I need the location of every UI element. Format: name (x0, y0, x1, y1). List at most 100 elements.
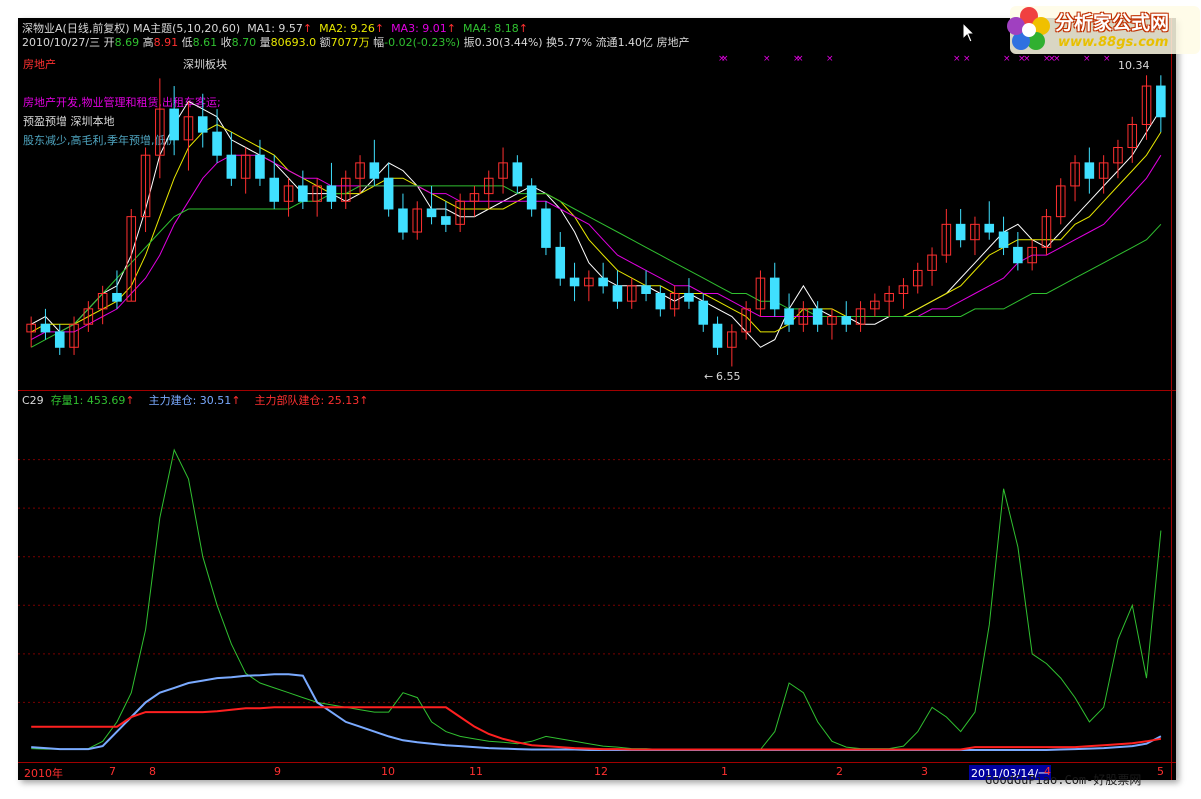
candle (283, 178, 294, 217)
logo-url[interactable]: www.88gs.com (1058, 35, 1168, 50)
candle-body (398, 208, 408, 233)
x-axis-label: 9 (274, 765, 281, 778)
candle (727, 324, 737, 367)
candle-body (769, 277, 780, 310)
candle (441, 201, 451, 233)
candle (769, 262, 780, 317)
candle-body (197, 116, 208, 133)
candle (269, 155, 280, 209)
x-axis-label: 1 (721, 765, 728, 778)
candle-body (1084, 162, 1095, 179)
right-axis-line (1171, 18, 1172, 780)
candle (498, 147, 508, 194)
candle-body (269, 177, 280, 202)
candle (1055, 178, 1066, 225)
signal-marker: × (826, 54, 834, 64)
candle-body (526, 185, 537, 210)
indicator-chart[interactable] (18, 391, 1176, 763)
candle (612, 270, 623, 309)
signal-marker: × (763, 54, 771, 64)
candle (512, 155, 523, 194)
candle-body (1156, 85, 1166, 118)
ma-line-4 (30, 185, 1162, 348)
candle (755, 270, 766, 317)
candlestick-chart[interactable]: ×× × ×× × × × × ×× ××× × × (18, 18, 1176, 390)
candle-body (512, 162, 523, 187)
candle (669, 285, 680, 317)
signal-marker: × (796, 54, 804, 64)
candle-body (255, 154, 265, 179)
x-axis-label: 2 (836, 765, 843, 778)
site-logo: 分析家公式网 www.88gs.com (1000, 0, 1201, 60)
x-axis-label: 11 (469, 765, 483, 778)
x-axis-label: 3 (921, 765, 928, 778)
mouse-cursor-icon (962, 22, 976, 43)
watermark: GoodGuPiao.Com-好股票网 (985, 773, 1142, 787)
candle (1113, 139, 1123, 179)
chart-window: 深物业A(日线,前复权) MA主题(5,10,20,60) MA1: 9.57↑… (18, 18, 1176, 780)
candle-body (841, 316, 852, 325)
candle-body (441, 216, 451, 225)
candle-body (698, 300, 709, 325)
candle-body (812, 308, 823, 325)
candle (1070, 155, 1080, 202)
candle-body (169, 108, 179, 141)
candle-body (369, 162, 380, 179)
candle-body (226, 154, 237, 179)
signal-marker: × (721, 54, 729, 64)
candle (970, 216, 980, 256)
candle (598, 262, 608, 294)
candle (255, 139, 265, 186)
candle (469, 185, 480, 217)
candle (340, 170, 351, 209)
candle (1156, 75, 1166, 133)
candle (641, 270, 651, 302)
candle-body (984, 223, 995, 233)
candle (870, 293, 880, 317)
candle (1098, 155, 1109, 194)
candle-body (684, 292, 694, 302)
x-axis-label: 7 (109, 765, 116, 778)
candle (955, 208, 966, 248)
candle (1041, 208, 1052, 256)
candle (712, 316, 723, 355)
x-axis-label: 2010年 (24, 767, 63, 780)
candle (383, 162, 394, 217)
candle (197, 93, 208, 148)
candle (40, 308, 51, 340)
candle (169, 86, 179, 156)
x-axis-label: 5 (1157, 765, 1164, 778)
candle-body (784, 308, 794, 325)
candle (684, 278, 694, 309)
candle-body (326, 185, 337, 202)
candle-body (298, 185, 308, 202)
candle (912, 262, 923, 294)
candle-body (112, 292, 122, 302)
x-axis-label: 10 (381, 765, 395, 778)
candle-body (426, 208, 437, 218)
indicator-line-1 (31, 448, 1162, 751)
candle (226, 132, 237, 186)
candle (541, 201, 551, 256)
candle (183, 101, 194, 171)
candle (584, 270, 594, 302)
candle-body (598, 277, 608, 287)
signal-marker: × (953, 54, 961, 64)
candle (812, 301, 823, 332)
x-axis-label: 8 (149, 765, 156, 778)
candle (240, 147, 251, 194)
candle (526, 178, 537, 217)
candle (155, 78, 165, 179)
candle (841, 301, 852, 332)
signal-marker: × (963, 54, 971, 64)
candle (1141, 75, 1152, 140)
candle-body (655, 292, 666, 310)
candle (483, 170, 494, 209)
candle (655, 285, 666, 317)
candle (1084, 147, 1095, 194)
candle (398, 193, 408, 240)
candle-body (212, 131, 222, 156)
candle (898, 278, 909, 309)
candle-body (54, 331, 65, 348)
candle (927, 247, 937, 286)
